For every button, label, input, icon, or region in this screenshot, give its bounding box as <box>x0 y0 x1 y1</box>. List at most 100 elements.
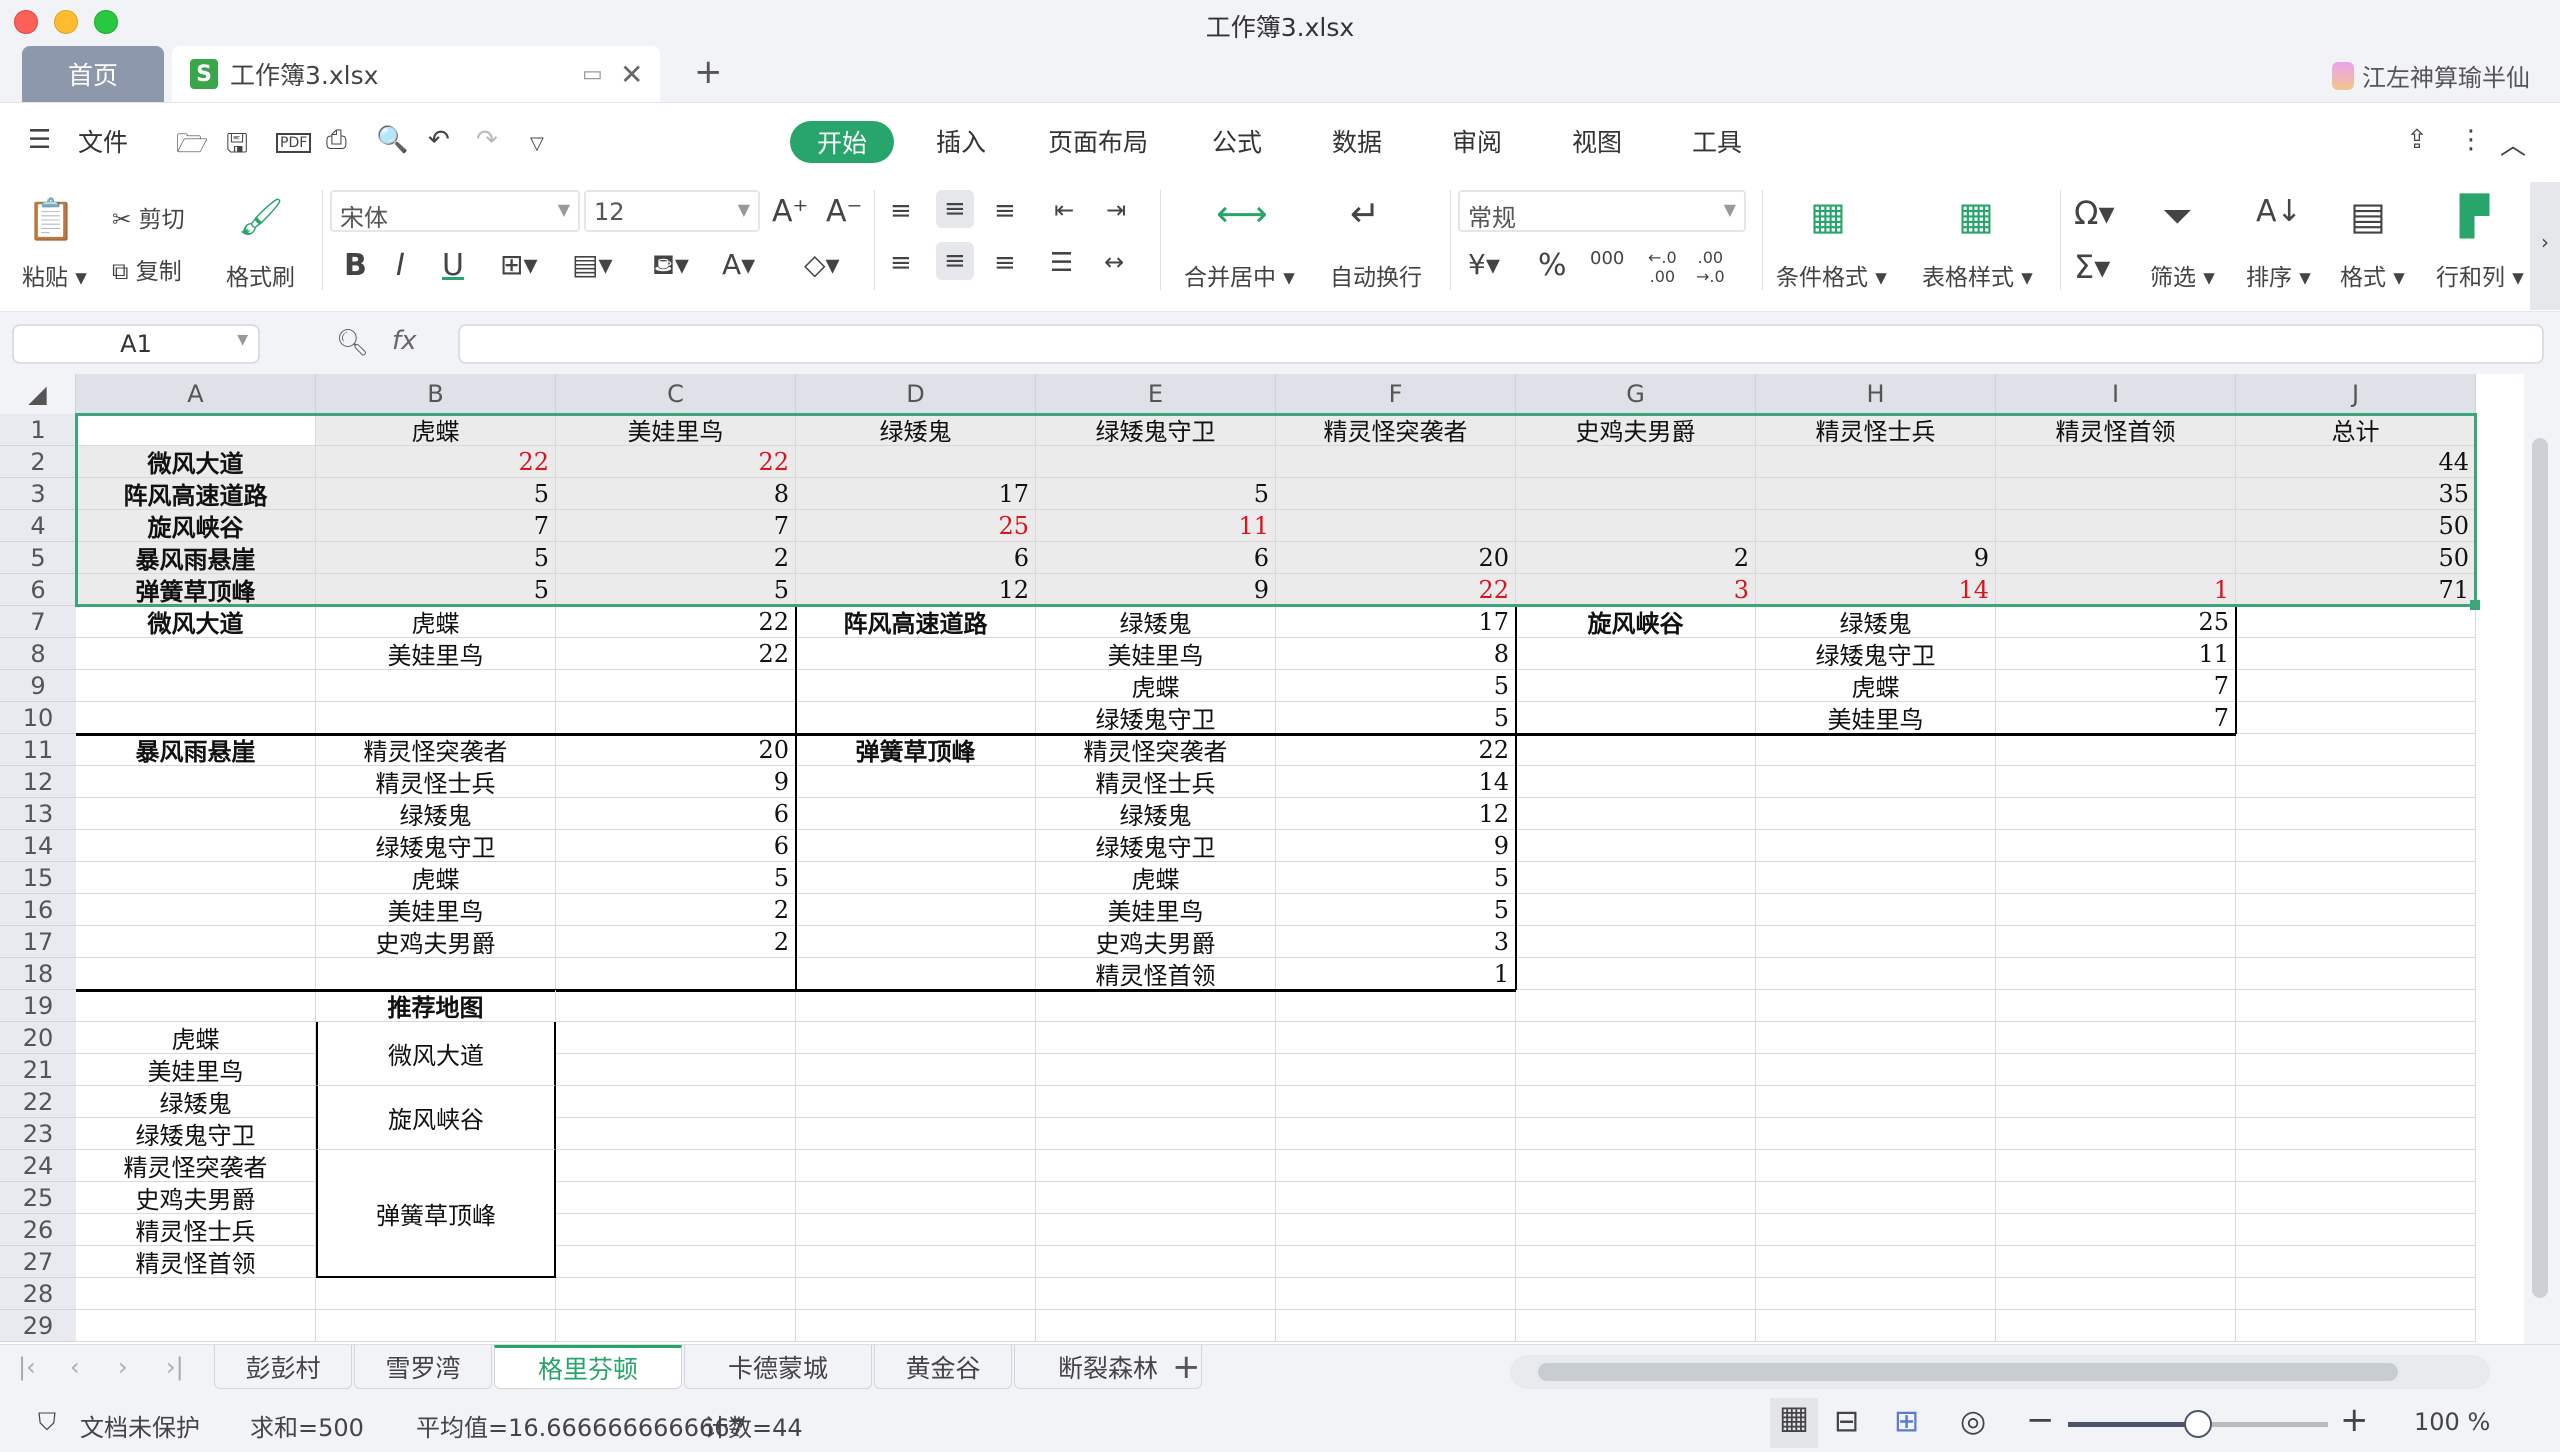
table-style-button[interactable]: 表格样式 ▾ <box>1922 258 2033 292</box>
merged-cell[interactable]: 旋风峡谷 <box>316 1086 556 1150</box>
cell[interactable] <box>2236 638 2476 670</box>
horizontal-scrollbar[interactable] <box>1510 1355 2490 1389</box>
cell[interactable] <box>76 990 316 1022</box>
cell[interactable]: 微风大道 <box>76 606 316 638</box>
row-header[interactable]: 8 <box>0 638 76 670</box>
cell[interactable] <box>796 1054 1036 1086</box>
cell[interactable] <box>1756 894 1996 926</box>
cell[interactable]: 虎蝶 <box>76 1022 316 1054</box>
cell[interactable]: 7 <box>556 510 796 542</box>
cell[interactable] <box>556 1310 796 1342</box>
select-all-corner[interactable]: ◢ <box>0 374 76 414</box>
cell[interactable]: 绿矮鬼守卫 <box>1036 414 1276 446</box>
rows-cols-icon[interactable]: ▛ <box>2460 194 2489 238</box>
cell[interactable] <box>556 1022 796 1054</box>
cell[interactable] <box>1996 542 2236 574</box>
cell[interactable]: 微风大道 <box>76 446 316 478</box>
sheet-tab[interactable]: 彭彭村 <box>214 1345 352 1389</box>
cell[interactable]: 9 <box>1756 542 1996 574</box>
print-preview-icon[interactable]: 🔍 <box>376 125 408 155</box>
cell[interactable]: 史鸡夫男爵 <box>1516 414 1756 446</box>
undo-icon[interactable]: ↶ <box>428 125 450 155</box>
column-header[interactable]: E <box>1036 374 1276 414</box>
wrap-text-button[interactable]: 自动换行 <box>1330 258 1422 292</box>
cell[interactable] <box>2236 1214 2476 1246</box>
cell[interactable] <box>796 1246 1036 1278</box>
cell[interactable]: 精灵怪突袭者 <box>1276 414 1516 446</box>
cell[interactable]: 绿矮鬼守卫 <box>316 830 556 862</box>
cell[interactable] <box>1516 670 1756 702</box>
increase-decimal-icon[interactable]: ←.0.00 <box>1648 248 1677 286</box>
cell[interactable]: 6 <box>796 542 1036 574</box>
cell[interactable] <box>1756 1214 1996 1246</box>
cell[interactable] <box>1756 478 1996 510</box>
hamburger-menu-icon[interactable]: ☰ <box>28 125 51 155</box>
cell[interactable] <box>796 798 1036 830</box>
cell[interactable] <box>1036 1150 1276 1182</box>
cell[interactable] <box>76 958 316 990</box>
cell[interactable] <box>556 1246 796 1278</box>
cell[interactable] <box>1036 1278 1276 1310</box>
cell[interactable]: 9 <box>1276 830 1516 862</box>
italic-icon[interactable]: I <box>396 248 405 283</box>
cell[interactable]: 精灵怪首领 <box>1036 958 1276 990</box>
cell[interactable] <box>2236 990 2476 1022</box>
cell[interactable] <box>1996 1182 2236 1214</box>
cell[interactable]: 50 <box>2236 542 2476 574</box>
cell[interactable] <box>1996 446 2236 478</box>
cell[interactable] <box>1516 958 1756 990</box>
cell[interactable] <box>796 990 1036 1022</box>
cell[interactable] <box>1516 1118 1756 1150</box>
cell[interactable] <box>1516 830 1756 862</box>
decrease-indent-icon[interactable]: ⇤ <box>1054 196 1074 224</box>
cell[interactable]: 精灵怪首领 <box>76 1246 316 1278</box>
cell[interactable]: 25 <box>796 510 1036 542</box>
cell[interactable] <box>1516 1278 1756 1310</box>
column-header[interactable]: F <box>1276 374 1516 414</box>
cell[interactable]: 美娃里鸟 <box>316 894 556 926</box>
cell[interactable]: 5 <box>1036 478 1276 510</box>
cell[interactable]: 14 <box>1276 766 1516 798</box>
cell[interactable] <box>1276 1214 1516 1246</box>
filter-icon[interactable]: ⏷ <box>2162 194 2192 239</box>
cell[interactable] <box>796 702 1036 734</box>
cell[interactable] <box>1996 1214 2236 1246</box>
increase-font-icon[interactable]: A⁺ <box>772 194 808 229</box>
row-header[interactable]: 4 <box>0 510 76 542</box>
last-sheet-icon[interactable]: ›| <box>166 1353 184 1381</box>
next-sheet-icon[interactable]: › <box>118 1353 128 1381</box>
cell[interactable]: 绿矮鬼 <box>316 798 556 830</box>
cell[interactable] <box>76 414 316 446</box>
cell[interactable] <box>1276 1310 1516 1342</box>
cell[interactable] <box>1276 510 1516 542</box>
cell[interactable]: 20 <box>556 734 796 766</box>
cell[interactable]: 绿矮鬼 <box>1036 606 1276 638</box>
cell[interactable] <box>2236 894 2476 926</box>
justify-icon[interactable]: ☰ <box>1050 248 1073 278</box>
merged-cell[interactable]: 弹簧草顶峰 <box>316 1150 556 1278</box>
cell[interactable]: 2 <box>1516 542 1756 574</box>
zoom-in-button[interactable]: + <box>2340 1400 2369 1440</box>
cell[interactable]: 25 <box>1996 606 2236 638</box>
cell[interactable] <box>1516 894 1756 926</box>
user-account[interactable]: 江左神算瑜半仙 <box>2332 58 2530 93</box>
wrap-text-icon[interactable]: ↵ <box>1350 194 1380 235</box>
cell[interactable] <box>1036 1310 1276 1342</box>
eye-protect-icon[interactable]: ◎ <box>1960 1404 1986 1439</box>
cell[interactable]: 精灵怪士兵 <box>316 766 556 798</box>
cell[interactable] <box>1036 1086 1276 1118</box>
cell[interactable] <box>1516 1182 1756 1214</box>
cell[interactable]: 12 <box>1276 798 1516 830</box>
cell[interactable] <box>1516 926 1756 958</box>
cell[interactable]: 精灵怪士兵 <box>1756 414 1996 446</box>
row-header[interactable]: 3 <box>0 478 76 510</box>
cell[interactable]: 71 <box>2236 574 2476 606</box>
cell[interactable] <box>1516 862 1756 894</box>
tab-insert[interactable]: 插入 <box>936 123 986 159</box>
cell[interactable] <box>1756 926 1996 958</box>
cell[interactable] <box>1996 926 2236 958</box>
normal-view-icon[interactable]: ▦ <box>1770 1398 1818 1448</box>
cell[interactable] <box>1996 990 2236 1022</box>
sum-icon[interactable]: Σ▾ <box>2074 248 2110 286</box>
close-tab-icon[interactable]: ✕ <box>620 58 643 91</box>
